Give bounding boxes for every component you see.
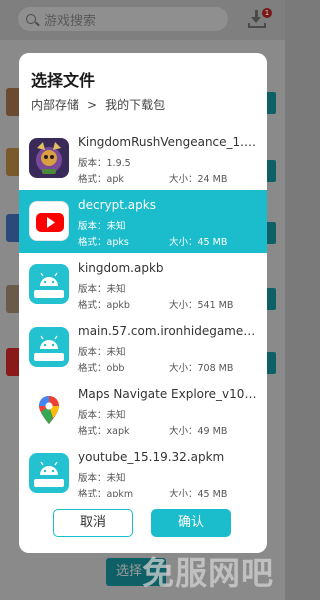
breadcrumb-separator: > bbox=[87, 98, 98, 112]
file-version: 版本：未知 bbox=[78, 221, 126, 232]
file-name: KingdomRushVengeance_1.9.5.apk bbox=[78, 135, 258, 149]
breadcrumb-root[interactable]: 内部存储 bbox=[31, 98, 79, 112]
file-format: 格式：xapk bbox=[78, 426, 130, 437]
file-row-selected[interactable]: decrypt.apks 版本：未知 格式：apks 大小：45 MB bbox=[19, 190, 267, 253]
youtube-icon bbox=[29, 201, 69, 241]
file-format: 格式：apkb bbox=[78, 300, 130, 311]
file-name: main.57.com.ironhidegames.android.obb bbox=[78, 324, 258, 338]
file-format: 格式：apks bbox=[78, 237, 129, 248]
xapk-installer-icon bbox=[29, 327, 69, 367]
top-bar: 游戏搜索 1 bbox=[0, 0, 285, 40]
confirm-button[interactable]: 确认 bbox=[151, 509, 231, 537]
file-row[interactable]: youtube_15.19.32.apkm 版本：未知 格式：apkm 大小：4… bbox=[19, 442, 267, 497]
download-badge: 1 bbox=[262, 8, 272, 18]
cancel-button[interactable]: 取消 bbox=[53, 509, 133, 537]
file-size: 大小：45 MB bbox=[169, 489, 228, 497]
file-list[interactable]: KingdomRushVengeance_1.9.5.apk 版本：1.9.5 … bbox=[19, 127, 267, 497]
file-name: decrypt.apks bbox=[78, 198, 156, 212]
file-size: 大小：541 MB bbox=[169, 300, 234, 311]
file-row[interactable]: Maps Navigate Explore_v10.40.1.xapk 版本：未… bbox=[19, 379, 267, 442]
file-format: 格式：obb bbox=[78, 363, 125, 374]
breadcrumb: 内部存储 > 我的下载包 bbox=[31, 96, 165, 113]
google-maps-icon bbox=[29, 390, 69, 430]
file-row[interactable]: main.57.com.ironhidegames.android.obb 版本… bbox=[19, 316, 267, 379]
file-row[interactable]: kingdom.apkb 版本：未知 格式：apkb 大小：541 MB bbox=[19, 253, 267, 316]
file-version: 版本：未知 bbox=[78, 473, 126, 484]
file-row[interactable]: KingdomRushVengeance_1.9.5.apk 版本：1.9.5 … bbox=[19, 127, 267, 190]
breadcrumb-current: 我的下载包 bbox=[105, 98, 166, 112]
file-format: 格式：apkm bbox=[78, 489, 134, 497]
file-size: 大小：24 MB bbox=[169, 174, 228, 185]
watermark: 免服网吧 bbox=[142, 554, 275, 592]
file-size: 大小：49 MB bbox=[169, 426, 228, 437]
file-size: 大小：45 MB bbox=[169, 237, 228, 248]
dialog-title: 选择文件 bbox=[31, 71, 96, 90]
search-input[interactable]: 游戏搜索 bbox=[18, 7, 228, 31]
search-icon bbox=[26, 14, 36, 24]
file-name: kingdom.apkb bbox=[78, 261, 164, 275]
xapk-installer-icon bbox=[29, 453, 69, 493]
file-name: Maps Navigate Explore_v10.40.1.xapk bbox=[78, 387, 258, 401]
file-version: 版本：未知 bbox=[78, 347, 126, 358]
kingdom-rush-icon bbox=[29, 138, 69, 178]
xapk-installer-icon bbox=[29, 264, 69, 304]
file-format: 格式：apk bbox=[78, 174, 124, 185]
file-chooser-dialog: 选择文件 内部存储 > 我的下载包 KingdomRushVengeance_1.9… bbox=[19, 53, 267, 553]
search-placeholder: 游戏搜索 bbox=[44, 13, 97, 29]
file-size: 大小：708 MB bbox=[169, 363, 234, 374]
file-name: youtube_15.19.32.apkm bbox=[78, 450, 225, 464]
file-version: 版本：未知 bbox=[78, 284, 126, 295]
file-version: 版本：未知 bbox=[78, 410, 126, 421]
file-version: 版本：1.9.5 bbox=[78, 158, 131, 169]
